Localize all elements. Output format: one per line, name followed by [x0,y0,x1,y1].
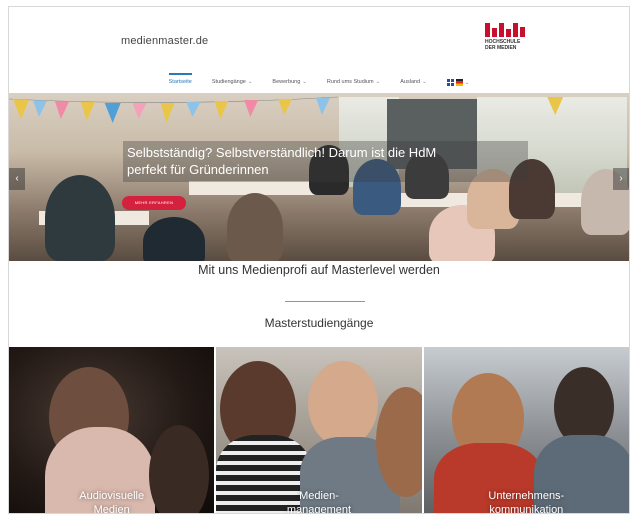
student-figure [45,175,115,261]
hdm-logo[interactable]: HOCHSCHULE DER MEDIEN [485,23,533,63]
slider-next-button[interactable]: › [613,168,629,190]
chevron-down-icon: ⌄ [422,79,427,85]
section-divider [285,301,365,302]
program-tile-label: Medien-management [286,490,352,514]
student-figure [143,217,205,261]
slider-prev-button[interactable]: ‹ [9,168,25,190]
flags-icon [446,79,463,86]
hero-slider: Selbstständig? Selbstverständlich! Darum… [9,93,629,261]
nav-item-bewerbung[interactable]: Bewerbung ⌄ [262,73,316,93]
program-tile-medienmanagement[interactable]: Medien-management [216,347,422,514]
hero-caption-line: Selbstständig? Selbstverständlich! Darum… [127,145,437,160]
chevron-down-icon: ⌄ [375,79,381,85]
program-tiles: Audiovisuelle Medien Medien-management Un… [9,347,629,514]
site-name-link[interactable]: medienmaster.de [121,35,208,47]
logo-mark-icon [485,23,533,37]
chevron-down-icon: ⌄ [247,79,253,85]
nav-item-studiengaenge[interactable]: Studiengänge ⌄ [202,73,263,93]
nav-item-rund-ums-studium[interactable]: Rund ums Studium ⌄ [317,73,390,93]
hero-cta-button[interactable]: MEHR ERFAHREN [122,196,186,210]
browser-page: medienmaster.de HOCHSCHULE DER MEDIEN St… [8,6,630,514]
program-tile-audiovisuelle-medien[interactable]: Audiovisuelle Medien [9,347,215,514]
nav-item-ausland[interactable]: Ausland ⌄ [390,73,437,93]
program-tile-unternehmenskommunikation[interactable]: Unternehmens-kommunikation [423,347,629,514]
site-header: medienmaster.de HOCHSCHULE DER MEDIEN [9,7,629,73]
logo-text: HOCHSCHULE DER MEDIEN [485,39,521,51]
bunting-decoration [9,96,564,123]
chevron-down-icon: ⌄ [302,79,307,85]
program-tile-label: Audiovisuelle Medien [79,490,145,514]
section-title: Masterstudiengänge [264,316,374,330]
chevron-down-icon: ⌄ [464,79,470,86]
main-navigation: Startseite Studiengänge ⌄ Bewerbung ⌄ Rund… [9,73,629,93]
nav-item-language[interactable]: ⌄ [437,73,480,93]
hero-caption-line: perfekt für Gründerinnen [127,162,269,177]
program-tile-label: Unternehmens-kommunikation [488,490,565,514]
student-figure [227,193,283,261]
page-tagline: Mit uns Medienprofi auf Masterlevel werd… [198,263,440,277]
hero-caption: Selbstständig? Selbstverständlich! Darum… [123,141,528,182]
nav-item-startseite[interactable]: Startseite [159,73,202,93]
photo-figure [308,361,379,447]
